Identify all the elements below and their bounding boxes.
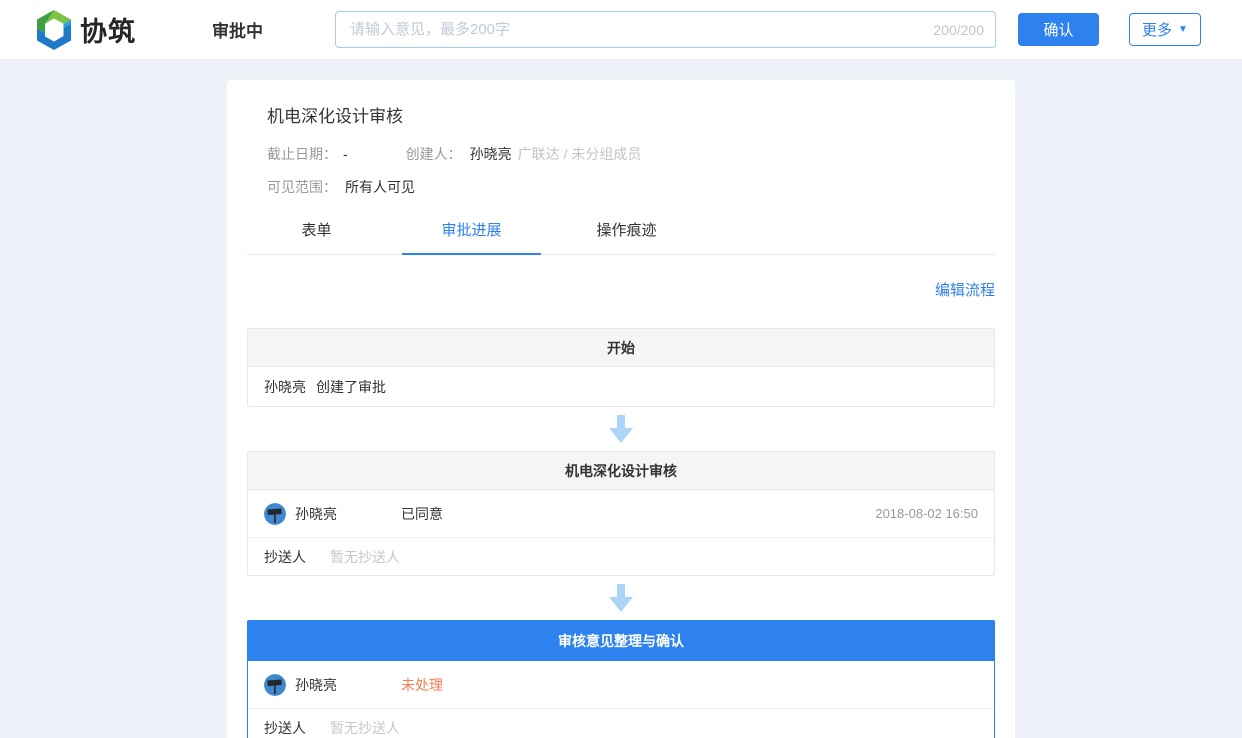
app-logo: 协筑 (35, 9, 136, 51)
approval-info-section: 机电深化设计审核 截止日期： - 创建人： 孙晓亮 广联达 / 未分组成员 可见… (247, 80, 995, 197)
approver-status: 已同意 (401, 504, 443, 524)
creator-org: 广联达 / 未分组成员 (518, 144, 642, 164)
tab-form[interactable]: 表单 (247, 210, 386, 254)
deadline-label: 截止日期： (267, 144, 337, 164)
approval-title: 机电深化设计审核 (267, 102, 975, 127)
comment-input-wrap: 200/200 (335, 11, 996, 48)
down-arrow-icon (608, 584, 634, 612)
approver-status-pending: 未处理 (401, 675, 443, 695)
flow-step-start-title: 开始 (248, 329, 994, 367)
flow-step-start: 开始 孙晓亮 创建了审批 (247, 328, 995, 407)
flow-arrow-1 (247, 407, 995, 451)
start-creator-name: 孙晓亮 (264, 377, 306, 397)
flow-step-confirm-cc-row: 抄送人 暂无抄送人 (248, 708, 994, 738)
approval-detail-card: 机电深化设计审核 截止日期： - 创建人： 孙晓亮 广联达 / 未分组成员 可见… (227, 80, 1015, 738)
more-button[interactable]: 更多 ▼ (1129, 13, 1201, 46)
edit-flow-row: 编辑流程 (247, 255, 995, 328)
meta-row-deadline-creator: 截止日期： - 创建人： 孙晓亮 广联达 / 未分组成员 (267, 144, 975, 164)
approval-status-title: 审批中 (212, 17, 263, 42)
logo-hexagon-icon (35, 9, 73, 51)
approver-name: 孙晓亮 (295, 504, 401, 524)
detail-tabs: 表单 审批进展 操作痕迹 (247, 210, 995, 255)
flow-step-review: 机电深化设计审核 孙晓亮 已同意 2018-08-02 16:50 抄送人 暂无… (247, 451, 995, 576)
avatar (264, 674, 286, 696)
flow-arrow-2 (247, 576, 995, 620)
cc-value: 暂无抄送人 (330, 547, 400, 567)
meta-row-visibility: 可见范围： 所有人可见 (267, 177, 975, 197)
down-arrow-icon (608, 415, 634, 443)
top-bar: 协筑 审批中 200/200 确认 更多 ▼ (0, 0, 1242, 60)
flow-step-confirm-approver-row: 孙晓亮 未处理 (248, 661, 994, 708)
tab-approval-progress[interactable]: 审批进展 (402, 210, 541, 255)
flow-step-review-title: 机电深化设计审核 (248, 452, 994, 490)
cc-label: 抄送人 (264, 547, 306, 567)
comment-input[interactable] (335, 11, 996, 48)
chevron-down-icon: ▼ (1178, 25, 1188, 35)
flow-step-review-approver-row: 孙晓亮 已同意 2018-08-02 16:50 (248, 490, 994, 537)
confirm-button[interactable]: 确认 (1018, 13, 1099, 46)
tab-operation-trace[interactable]: 操作痕迹 (557, 210, 696, 254)
flow-step-review-cc-row: 抄送人 暂无抄送人 (248, 537, 994, 575)
cc-value: 暂无抄送人 (330, 718, 400, 738)
flow-step-confirm-title: 审核意见整理与确认 (248, 621, 994, 661)
start-creator-action: 创建了审批 (316, 377, 386, 397)
more-button-label: 更多 (1142, 19, 1172, 40)
approval-timestamp: 2018-08-02 16:50 (875, 506, 978, 521)
logo-text: 协筑 (80, 10, 136, 49)
avatar (264, 503, 286, 525)
flow-step-start-row: 孙晓亮 创建了审批 (248, 367, 994, 406)
deadline-value: - (343, 146, 348, 162)
visibility-label: 可见范围： (267, 177, 337, 197)
creator-label: 创建人： (406, 144, 462, 164)
flow-step-confirm: 审核意见整理与确认 孙晓亮 未处理 抄送人 暂无抄送人 (247, 620, 995, 738)
creator-name: 孙晓亮 (470, 144, 512, 164)
edit-flow-link[interactable]: 编辑流程 (935, 282, 995, 299)
cc-label: 抄送人 (264, 718, 306, 738)
visibility-value: 所有人可见 (345, 177, 415, 197)
approver-name: 孙晓亮 (295, 675, 401, 695)
